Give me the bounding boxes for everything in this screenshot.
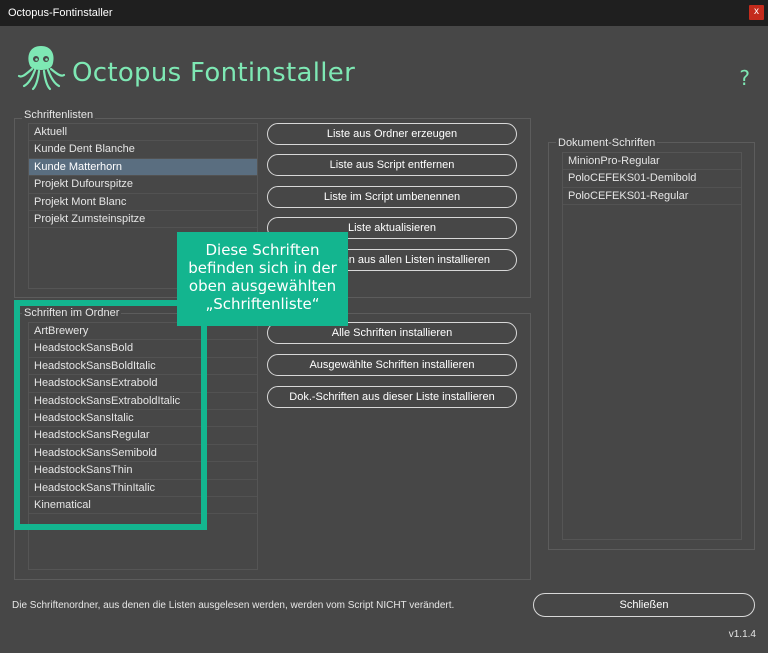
list-item[interactable]: MinionPro-Regular (563, 153, 741, 171)
highlight-frame (14, 300, 207, 530)
list-item[interactable]: Projekt Dufourspitze (29, 176, 257, 194)
window-titlebar: Octopus-Fontinstaller x (0, 0, 768, 26)
app-title: Octopus Fontinstaller (72, 58, 356, 88)
callout-line: oben ausgewählten (188, 277, 337, 295)
callout-line: Diese Schriften (205, 241, 320, 259)
liste-aus-ordner-erzeugen-button[interactable]: Liste aus Ordner erzeugen (267, 123, 517, 145)
annotation-callout: Diese Schriften befinden sich in der obe… (177, 232, 348, 326)
callout-line: „Schriftenliste“ (205, 295, 320, 313)
window-title: Octopus-Fontinstaller (8, 7, 113, 19)
list-item[interactable]: Projekt Zumsteinspitze (29, 211, 257, 229)
list-item-selected[interactable]: Kunde Matterhorn (29, 158, 257, 177)
ausgewaehlte-schriften-installieren-button[interactable]: Ausgewählte Schriften installieren (267, 354, 517, 376)
list-item[interactable]: PoloCEFEKS01-Regular (563, 188, 741, 206)
liste-entfernen-button[interactable]: Liste aus Script entfernen (267, 154, 517, 176)
dok-schriften-installieren-button[interactable]: Dok.-Schriften aus dieser Liste installi… (267, 386, 517, 408)
footer-note: Die Schriftenordner, aus denen die Liste… (12, 600, 455, 611)
schriftenlisten-label: Schriftenlisten (22, 109, 96, 121)
dokument-label: Dokument-Schriften (556, 137, 658, 149)
dokument-font-list[interactable]: MinionPro-Regular PoloCEFEKS01-Demibold … (562, 152, 742, 540)
list-item[interactable]: Projekt Mont Blanc (29, 194, 257, 211)
close-button[interactable]: Schließen (533, 593, 755, 617)
list-item[interactable]: Kunde Dent Blanche (29, 141, 257, 159)
list-item[interactable]: Aktuell (29, 124, 257, 142)
list-item[interactable]: PoloCEFEKS01-Demibold (563, 170, 741, 188)
octopus-logo-icon (17, 46, 66, 91)
liste-umbenennen-button[interactable]: Liste im Script umbenennen (267, 186, 517, 208)
help-button[interactable]: ? (739, 66, 750, 90)
window-close-button[interactable]: x (749, 5, 764, 20)
version-label: v1.1.4 (728, 629, 756, 640)
callout-line: befinden sich in der (188, 259, 337, 277)
